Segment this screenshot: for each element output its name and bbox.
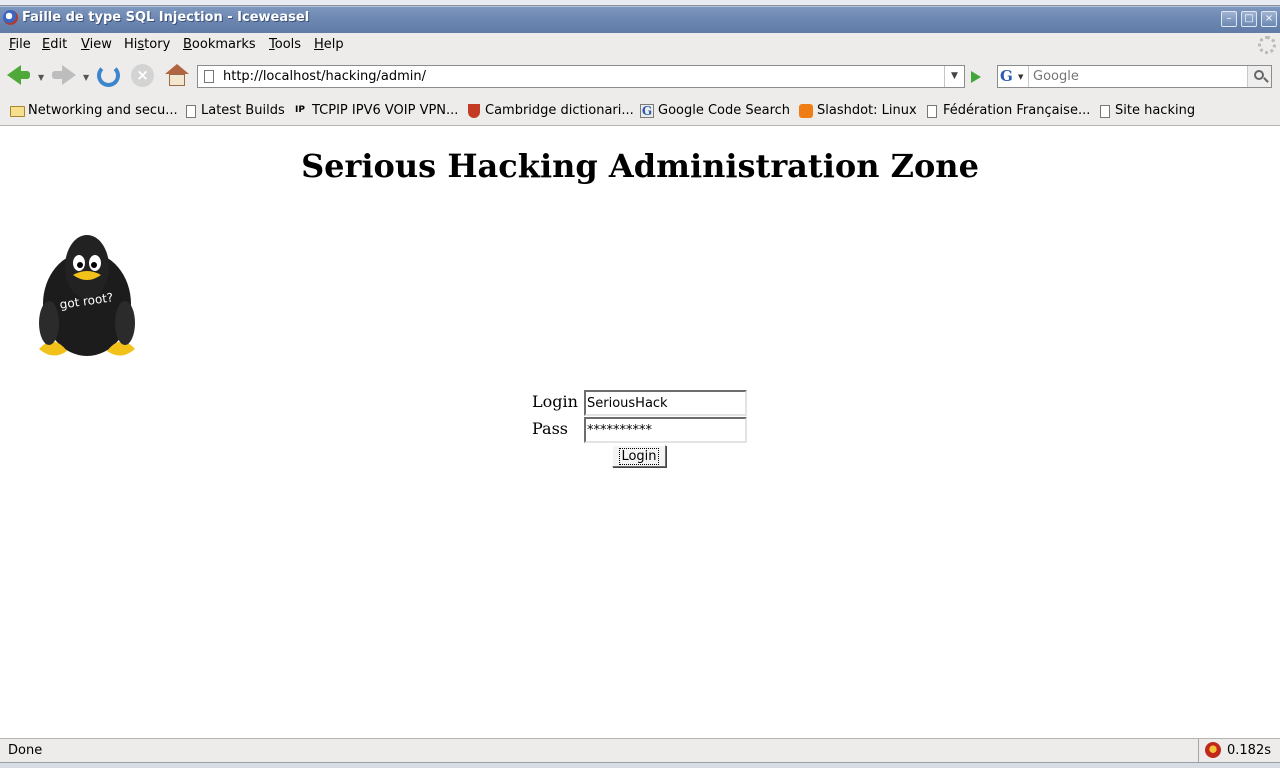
magnifier-handle bbox=[1263, 77, 1269, 83]
page-favicon-icon bbox=[204, 70, 214, 83]
menu-label: tory bbox=[144, 37, 171, 52]
bookmark-networking[interactable]: Networking and secu... bbox=[28, 103, 178, 118]
menu-label: elp bbox=[323, 37, 344, 52]
menu-label: ile bbox=[15, 37, 31, 52]
bookmark-slashdot-linux[interactable]: Slashdot: Linux bbox=[817, 103, 917, 118]
search-button[interactable] bbox=[1247, 66, 1271, 87]
menu-accel: E bbox=[42, 37, 51, 52]
menu-bookmarks[interactable]: Bookmarks bbox=[183, 37, 256, 52]
pass-label: Pass bbox=[532, 419, 569, 438]
menu-edit[interactable]: Edit bbox=[42, 37, 67, 52]
window-title: Faille de type SQL Injection - Iceweasel bbox=[22, 10, 310, 25]
folder-icon bbox=[10, 106, 25, 117]
google-icon: G bbox=[640, 104, 654, 118]
minimize-icon[interactable]: – bbox=[1221, 11, 1237, 27]
bookmark-google-code-search[interactable]: Google Code Search bbox=[658, 103, 790, 118]
menu-history[interactable]: History bbox=[124, 37, 170, 52]
login-input[interactable] bbox=[584, 390, 747, 416]
activity-throbber-icon bbox=[1258, 36, 1276, 54]
menu-label: ools bbox=[274, 37, 302, 52]
address-url[interactable]: http://localhost/hacking/admin/ bbox=[223, 69, 426, 84]
stop-icon[interactable]: × bbox=[131, 64, 154, 87]
bookmark-cambridge[interactable]: Cambridge dictionari... bbox=[485, 103, 634, 118]
close-icon[interactable]: × bbox=[1261, 11, 1277, 27]
page-content: Serious Hacking Administration Zone got … bbox=[0, 127, 1280, 737]
home-roof bbox=[165, 64, 189, 74]
menu-file[interactable]: File bbox=[9, 37, 31, 52]
cambridge-shield-icon bbox=[468, 104, 480, 118]
ip-icon: IP bbox=[295, 105, 305, 115]
home-icon[interactable] bbox=[165, 64, 189, 88]
address-bar[interactable]: http://localhost/hacking/admin/ ▼ bbox=[197, 65, 965, 88]
password-input[interactable] bbox=[584, 417, 747, 443]
page-icon bbox=[186, 105, 196, 118]
go-arrow-icon bbox=[971, 71, 981, 83]
page-icon bbox=[927, 105, 937, 118]
page-heading: Serious Hacking Administration Zone bbox=[301, 147, 979, 185]
window-titlebar[interactable]: Faille de type SQL Injection - Iceweasel… bbox=[0, 0, 1280, 37]
menu-label: Hi bbox=[124, 37, 138, 52]
url-history-dropdown-icon[interactable]: ▼ bbox=[944, 66, 964, 87]
maximize-icon[interactable]: □ bbox=[1241, 11, 1257, 27]
bookmark-latest-builds[interactable]: Latest Builds bbox=[201, 103, 285, 118]
search-bar: G ▼ bbox=[997, 65, 1272, 88]
login-button[interactable]: Login bbox=[612, 445, 666, 467]
menu-bar: File Edit View History Bookmarks Tools H… bbox=[0, 33, 1280, 57]
desktop-panel-strip bbox=[0, 0, 1280, 6]
menu-label: ookmarks bbox=[191, 37, 256, 52]
menu-accel: V bbox=[81, 37, 90, 52]
login-label: Login bbox=[532, 392, 578, 411]
tux-penguin-mascot-image: got root? bbox=[39, 235, 135, 356]
back-arrow-tail[interactable] bbox=[18, 71, 30, 79]
iceweasel-app-icon bbox=[3, 10, 18, 25]
google-engine-icon[interactable]: G bbox=[1000, 67, 1028, 86]
firebug-addon-icon[interactable] bbox=[1205, 742, 1221, 758]
rss-feed-icon bbox=[799, 104, 813, 118]
menu-accel: H bbox=[314, 37, 324, 52]
bookmark-tcpip[interactable]: TCPIP IPV6 VOIP VPN... bbox=[312, 103, 458, 118]
bookmark-federation-francaise[interactable]: Fédération Française... bbox=[943, 103, 1090, 118]
engine-letter: G bbox=[1000, 67, 1013, 85]
go-button[interactable] bbox=[966, 66, 986, 87]
back-history-dropdown-icon[interactable]: ▼ bbox=[38, 73, 44, 82]
menu-tools[interactable]: Tools bbox=[269, 37, 301, 52]
menu-label: dit bbox=[50, 37, 68, 52]
forward-arrow-icon[interactable] bbox=[62, 65, 76, 85]
engine-dropdown-icon[interactable]: ▼ bbox=[1018, 73, 1023, 81]
search-input[interactable] bbox=[1028, 66, 1246, 87]
menu-help[interactable]: Help bbox=[314, 37, 344, 52]
status-text: Done bbox=[8, 743, 43, 758]
page-icon bbox=[1100, 105, 1110, 118]
menu-label: iew bbox=[89, 37, 112, 52]
reload-icon[interactable] bbox=[97, 64, 120, 87]
bookmark-site-hacking[interactable]: Site hacking bbox=[1115, 103, 1195, 118]
bookmarks-toolbar: Networking and secu... Latest Builds IP … bbox=[0, 95, 1280, 126]
status-bar: Done 0.182s bbox=[0, 738, 1280, 762]
page-load-timer: 0.182s bbox=[1227, 743, 1271, 758]
login-button-label: Login bbox=[619, 447, 659, 465]
forward-history-dropdown-icon[interactable]: ▼ bbox=[83, 73, 89, 82]
status-addon-panel[interactable]: 0.182s bbox=[1198, 739, 1280, 762]
navigation-toolbar: ▼ ▼ × http://localhost/hacking/admin/ ▼ … bbox=[0, 57, 1280, 95]
menu-accel: B bbox=[183, 37, 192, 52]
home-body bbox=[169, 74, 185, 86]
menu-view[interactable]: View bbox=[81, 37, 112, 52]
taskbar-strip bbox=[0, 762, 1280, 768]
